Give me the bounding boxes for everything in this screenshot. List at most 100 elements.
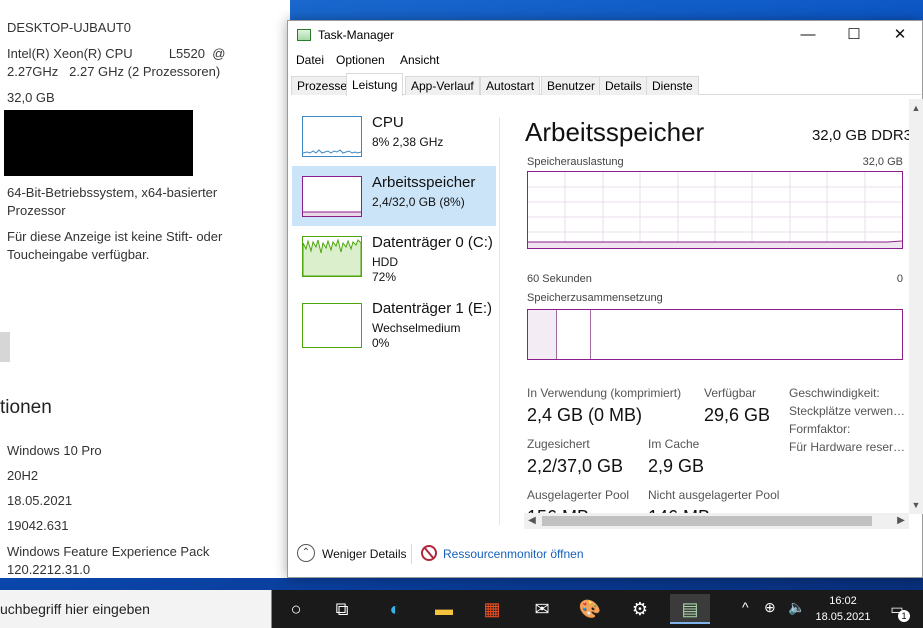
perf-item-percent: 72% <box>372 270 397 284</box>
experience-line-1: Windows Feature Experience Pack <box>7 544 210 559</box>
memory-detail-panel: Arbeitsspeicher 32,0 GB DDR3 Speicheraus… <box>512 99 912 529</box>
version-value: 20H2 <box>7 468 39 483</box>
clock-time: 16:02 <box>829 595 857 607</box>
perf-item-cpu[interactable]: CPU 8% 2,38 GHz <box>292 106 496 166</box>
rename-button-fragment[interactable] <box>0 332 10 362</box>
chevron-up-icon[interactable]: ^ <box>742 599 749 615</box>
maximize-button[interactable]: ☐ <box>831 21 877 49</box>
installed-on-value: 18.05.2021 <box>7 493 73 508</box>
in-use-value: 2,4 GB (0 MB) <box>527 405 643 425</box>
memory-usage-graph <box>527 171 903 249</box>
available-value: 29,6 GB <box>704 405 771 425</box>
memory-composition-bar <box>527 309 903 360</box>
memory-spec: 32,0 GB DDR3 <box>811 127 912 144</box>
notification-count-badge: 1 <box>898 610 910 622</box>
menu-view[interactable]: Ansicht <box>400 53 439 67</box>
perf-item-name: Datenträger 1 (E:) <box>372 300 493 317</box>
ram-value: 32,0 GB <box>7 90 55 105</box>
title-bar[interactable]: Task-Manager — ☐ ✕ <box>288 21 922 49</box>
os-build-value: 19042.631 <box>7 518 69 533</box>
perf-item-memory[interactable]: Arbeitsspeicher 2,4/32,0 GB (8%) <box>292 166 496 226</box>
task-manager-window: Task-Manager — ☐ ✕ Datei Optionen Ansich… <box>287 20 923 578</box>
memory-thumbnail-graph <box>302 176 362 217</box>
tab-users[interactable]: Benutzer <box>541 76 602 95</box>
perf-item-name: Datenträger 0 (C:) <box>372 234 493 251</box>
settings-gear-icon[interactable]: ⚙ <box>620 594 660 624</box>
pen-touch-line-1: Für diese Anzeige ist keine Stift- oder <box>7 229 223 244</box>
tab-processes[interactable]: Prozesse <box>291 76 354 95</box>
chevron-up-icon[interactable]: ⌃ <box>297 544 315 562</box>
redacted-block <box>4 110 193 176</box>
settings-window: DESKTOP-UJBAUT0 Intel(R) Xeon(R) CPU L55… <box>0 0 290 578</box>
edge-browser-icon[interactable]: ◐ <box>375 594 415 624</box>
file-explorer-icon[interactable]: ▬ <box>424 594 464 624</box>
time-axis-right: 0 <box>896 273 903 285</box>
resource-monitor-icon[interactable] <box>421 545 437 561</box>
task-manager-taskbar-icon[interactable]: ▤ <box>670 594 710 624</box>
paged-pool-label: Ausgelagerter Pool <box>527 488 630 502</box>
taskbar-search-box[interactable]: uchbegriff hier eingeben <box>0 590 272 628</box>
usage-graph-max: 32,0 GB <box>862 156 903 168</box>
speaker-muted-icon[interactable]: 🔈 <box>788 599 805 616</box>
tab-app-history[interactable]: App-Verlauf <box>405 76 480 95</box>
system-type-line-1: 64-Bit-Betriebssystem, x64-basierter <box>7 185 218 200</box>
scroll-left-icon[interactable]: ◀ <box>524 513 540 529</box>
speed-label: Geschwindigkeit: <box>789 386 880 400</box>
scroll-right-icon[interactable]: ▶ <box>893 513 909 529</box>
mail-icon[interactable]: ✉ <box>522 594 562 624</box>
perf-item-name: CPU <box>372 114 404 131</box>
cached-label: Im Cache <box>648 437 700 451</box>
windows-spec-heading: tionen <box>0 397 52 418</box>
hardware-reserved-label: Für Hardware reser… <box>789 440 904 454</box>
tab-performance[interactable]: Leistung <box>346 73 404 96</box>
network-globe-icon[interactable]: ⊕ <box>764 599 776 616</box>
horizontal-scroll-thumb[interactable] <box>542 516 872 526</box>
slots-used-label: Steckplätze verwen… <box>789 404 904 418</box>
experience-line-2: 120.2212.31.0 <box>7 562 91 577</box>
paint-icon[interactable]: 🎨 <box>570 594 610 624</box>
task-view-icon[interactable]: ⧉ <box>322 594 362 624</box>
scroll-up-icon[interactable]: ▲ <box>909 101 923 115</box>
perf-item-detail: 8% 2,38 GHz <box>372 135 444 149</box>
clock-date: 18.05.2021 <box>815 611 871 623</box>
footer-divider <box>411 544 412 564</box>
minimize-button[interactable]: — <box>785 21 831 49</box>
perf-item-detail: 2,4/32,0 GB (8%) <box>372 195 465 209</box>
cpu-line-2: 2.27GHz 2.27 GHz (2 Prozessoren) <box>7 64 221 79</box>
task-manager-icon <box>297 29 311 41</box>
fewer-details-button[interactable]: Weniger Details <box>322 547 406 561</box>
cpu-thumbnail-graph <box>302 116 362 157</box>
in-use-label: In Verwendung (komprimiert) <box>527 386 682 400</box>
usage-graph-label: Speicherauslastung <box>527 156 624 168</box>
perf-item-disk-0[interactable]: Datenträger 0 (C:) HDD 72% <box>292 226 496 286</box>
perf-item-disk-1[interactable]: Datenträger 1 (E:) Wechselmedium 0% <box>292 292 496 352</box>
time-axis-left: 60 Sekunden <box>527 273 592 285</box>
list-divider <box>499 117 500 525</box>
open-resource-monitor-link[interactable]: Ressourcenmonitor öffnen <box>443 547 584 561</box>
taskbar: uchbegriff hier eingeben ○ ⧉ ◐ ▬ ▦ ✉ 🎨 ⚙… <box>0 590 923 628</box>
taskbar-clock[interactable]: 16:02 18.05.2021 <box>812 593 874 625</box>
cortana-circle-icon[interactable]: ○ <box>276 594 316 624</box>
tab-services[interactable]: Dienste <box>646 76 699 95</box>
scroll-down-icon[interactable]: ▼ <box>909 498 923 512</box>
menu-options[interactable]: Optionen <box>336 53 385 67</box>
tab-startup[interactable]: Autostart <box>480 76 541 95</box>
cpu-line-1: Intel(R) Xeon(R) CPU L5520 @ <box>7 46 226 61</box>
close-button[interactable]: ✕ <box>877 21 923 49</box>
footer-bar: ⌃ Weniger Details Ressourcenmonitor öffn… <box>288 539 922 569</box>
cached-value: 2,9 GB <box>648 456 705 476</box>
tab-details[interactable]: Details <box>599 76 648 95</box>
notification-center-icon[interactable]: ▭ 1 <box>886 598 910 622</box>
window-title: Task-Manager <box>318 28 395 42</box>
microsoft-store-icon[interactable]: ▦ <box>472 594 512 624</box>
pen-touch-line-2: Toucheingabe verfügbar. <box>7 247 150 262</box>
menu-file[interactable]: Datei <box>296 53 324 67</box>
vertical-scrollbar[interactable]: ▲ ▼ <box>909 99 923 514</box>
horizontal-scrollbar[interactable]: ◀ ▶ <box>524 513 909 529</box>
available-label: Verfügbar <box>704 386 757 400</box>
perf-item-name: Arbeitsspeicher <box>372 174 476 191</box>
composition-label: Speicherzusammensetzung <box>527 292 663 304</box>
tab-bar: Prozesse Leistung App-Verlauf Autostart … <box>291 73 921 96</box>
device-name: DESKTOP-UJBAUT0 <box>7 20 132 35</box>
disk-1-thumbnail-graph <box>302 303 362 348</box>
